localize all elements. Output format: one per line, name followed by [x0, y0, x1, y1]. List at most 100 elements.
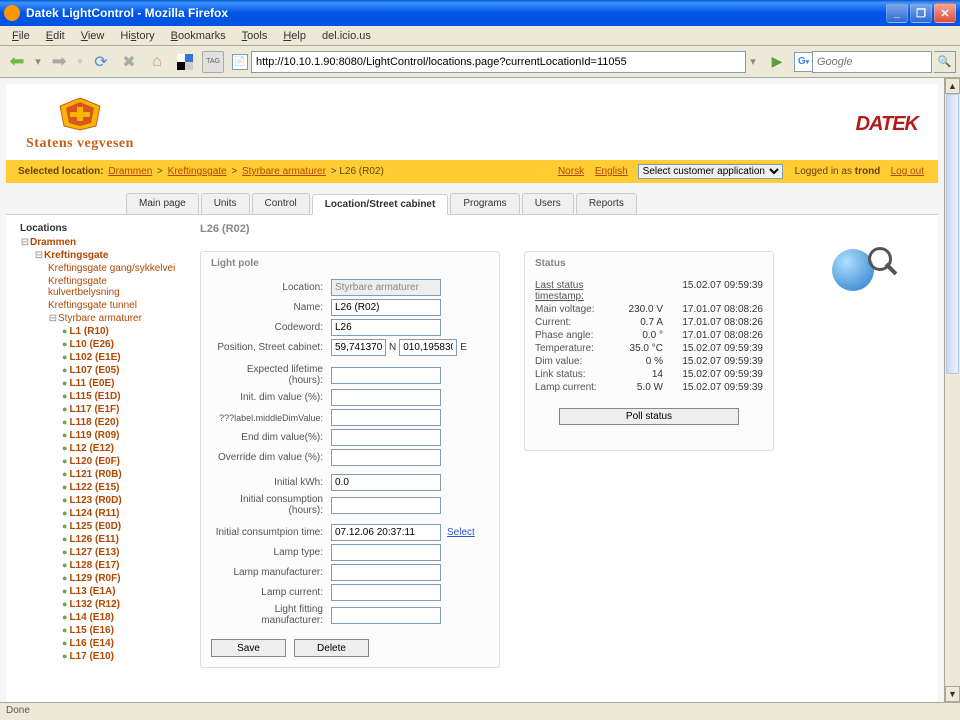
- close-button[interactable]: ✕: [934, 3, 956, 23]
- tree-leaf-link[interactable]: L121 (R0B): [69, 469, 121, 480]
- delete-button[interactable]: Delete: [294, 639, 369, 657]
- save-button[interactable]: Save: [211, 639, 286, 657]
- minimize-button[interactable]: _: [886, 3, 908, 23]
- go-button[interactable]: ▶: [766, 51, 788, 73]
- tab-location[interactable]: Location/Street cabinet: [312, 194, 449, 215]
- crumb-kreftingsgate[interactable]: Kreftingsgate: [168, 166, 227, 177]
- tab-units[interactable]: Units: [201, 193, 250, 214]
- delicious-icon[interactable]: [172, 49, 198, 75]
- input-codeword[interactable]: [331, 319, 441, 336]
- maximize-button[interactable]: ❐: [910, 3, 932, 23]
- tree-leaf-link[interactable]: L10 (E26): [69, 339, 113, 350]
- menu-file[interactable]: File: [4, 28, 38, 44]
- tree-leaf-link[interactable]: L115 (E1D): [69, 391, 120, 402]
- input-middim[interactable]: [331, 409, 441, 426]
- menu-bookmarks[interactable]: Bookmarks: [163, 28, 234, 44]
- tree-leaf-link[interactable]: L17 (E10): [69, 651, 113, 662]
- tag-icon[interactable]: TAG: [202, 51, 224, 73]
- tree-leaf-link[interactable]: L129 (R0F): [69, 573, 120, 584]
- customer-app-select[interactable]: Select customer application: [638, 164, 783, 179]
- tree-leaf-link[interactable]: L14 (E18): [69, 612, 113, 623]
- home-button[interactable]: ⌂: [144, 49, 170, 75]
- tree-leaf-link[interactable]: L119 (R09): [69, 430, 119, 441]
- reload-button[interactable]: ⟳: [88, 49, 114, 75]
- input-lat[interactable]: [331, 339, 386, 356]
- input-lamptype[interactable]: [331, 544, 441, 561]
- tab-users[interactable]: Users: [522, 193, 574, 214]
- nav-back-dropdown[interactable]: ▾: [32, 49, 44, 75]
- tree-leaf-link[interactable]: L126 (E11): [69, 534, 118, 545]
- tab-reports[interactable]: Reports: [576, 193, 637, 214]
- search-engine-icon[interactable]: G▾: [794, 52, 812, 72]
- input-lifetime[interactable]: [331, 367, 441, 384]
- logout-link[interactable]: Log out: [891, 166, 924, 177]
- nav-fwd-dropdown[interactable]: ▾: [74, 49, 86, 75]
- tree-leaf-link[interactable]: L107 (E05): [69, 365, 119, 376]
- crumb-drammen[interactable]: Drammen: [108, 166, 152, 177]
- menu-tools[interactable]: Tools: [234, 28, 276, 44]
- tree-leaf-link[interactable]: L16 (E14): [69, 638, 113, 649]
- input-consh[interactable]: [331, 497, 441, 514]
- tree-leaf-link[interactable]: L12 (E12): [69, 443, 113, 454]
- nav-forward-button[interactable]: ➡: [46, 49, 72, 75]
- input-name[interactable]: [331, 299, 441, 316]
- status-value: 0.0 °: [613, 330, 663, 341]
- input-lampman[interactable]: [331, 564, 441, 581]
- menu-view[interactable]: View: [73, 28, 113, 44]
- tree-sub3[interactable]: Kreftingsgate tunnel: [48, 300, 137, 311]
- tree-arm[interactable]: Styrbare armaturer: [58, 313, 142, 324]
- tree-sub1[interactable]: Kreftingsgate gang/sykkelvei: [48, 263, 175, 274]
- tree-leaf-link[interactable]: L13 (E1A): [69, 586, 115, 597]
- vertical-scrollbar[interactable]: ▲ ▼: [944, 78, 960, 702]
- tree-leaf-link[interactable]: L128 (E17): [69, 560, 119, 571]
- search-go-button[interactable]: 🔍: [934, 51, 956, 73]
- tree-leaf-link[interactable]: L117 (E1F): [69, 404, 119, 415]
- url-input[interactable]: [251, 51, 746, 73]
- tree-leaf-link[interactable]: L118 (E20): [69, 417, 118, 428]
- input-enddim[interactable]: [331, 429, 441, 446]
- tree-sub2[interactable]: Kreftingsgate kulvertbelysning: [48, 276, 120, 298]
- tree-leaf-link[interactable]: L1 (R10): [69, 326, 108, 337]
- tree-leaf-link[interactable]: L122 (E15): [69, 482, 119, 493]
- input-kwh[interactable]: [331, 474, 441, 491]
- scroll-down-arrow[interactable]: ▼: [945, 686, 960, 702]
- tree-leaf-link[interactable]: L120 (E0F): [69, 456, 120, 467]
- tab-control[interactable]: Control: [252, 193, 310, 214]
- input-lampcur[interactable]: [331, 584, 441, 601]
- menu-history[interactable]: History: [112, 28, 162, 44]
- stop-button[interactable]: ✖: [116, 49, 142, 75]
- menu-edit[interactable]: Edit: [38, 28, 73, 44]
- select-time-link[interactable]: Select: [447, 527, 475, 538]
- lang-norsk[interactable]: Norsk: [558, 166, 584, 177]
- input-constime[interactable]: [331, 524, 441, 541]
- url-dropdown-icon[interactable]: ▾: [746, 55, 760, 68]
- tab-programs[interactable]: Programs: [450, 193, 519, 214]
- nav-back-button[interactable]: ⬅: [4, 49, 30, 75]
- twisty-icon[interactable]: ⊟: [48, 313, 58, 324]
- tree-leaf-link[interactable]: L102 (E1E): [69, 352, 120, 363]
- input-override[interactable]: [331, 449, 441, 466]
- input-initdim[interactable]: [331, 389, 441, 406]
- crumb-styrbare[interactable]: Styrbare armaturer: [242, 166, 326, 177]
- twisty-icon[interactable]: ⊟: [20, 237, 30, 248]
- tree-leaf-link[interactable]: L127 (E13): [69, 547, 119, 558]
- lang-english[interactable]: English: [595, 166, 628, 177]
- tree-leaf-link[interactable]: L15 (E16): [69, 625, 113, 636]
- input-fitman[interactable]: [331, 607, 441, 624]
- poll-status-button[interactable]: Poll status: [559, 408, 739, 425]
- tab-main[interactable]: Main page: [126, 193, 199, 214]
- tree-leaf-link[interactable]: L132 (R12): [69, 599, 120, 610]
- tree-group[interactable]: Kreftingsgate: [44, 250, 108, 261]
- twisty-icon[interactable]: ⊟: [34, 250, 44, 261]
- tree-leaf-link[interactable]: L125 (E0D): [69, 521, 121, 532]
- search-input[interactable]: [812, 51, 932, 73]
- tree-leaf-link[interactable]: L124 (R11): [69, 508, 119, 519]
- menu-delicious[interactable]: del.icio.us: [314, 28, 379, 44]
- tree-root[interactable]: Drammen: [30, 237, 76, 248]
- tree-leaf-link[interactable]: L123 (R0D): [69, 495, 121, 506]
- scroll-up-arrow[interactable]: ▲: [945, 78, 960, 94]
- input-lon[interactable]: [399, 339, 457, 356]
- scroll-thumb[interactable]: [946, 94, 959, 374]
- menu-help[interactable]: Help: [275, 28, 314, 44]
- tree-leaf-link[interactable]: L11 (E0E): [69, 378, 114, 389]
